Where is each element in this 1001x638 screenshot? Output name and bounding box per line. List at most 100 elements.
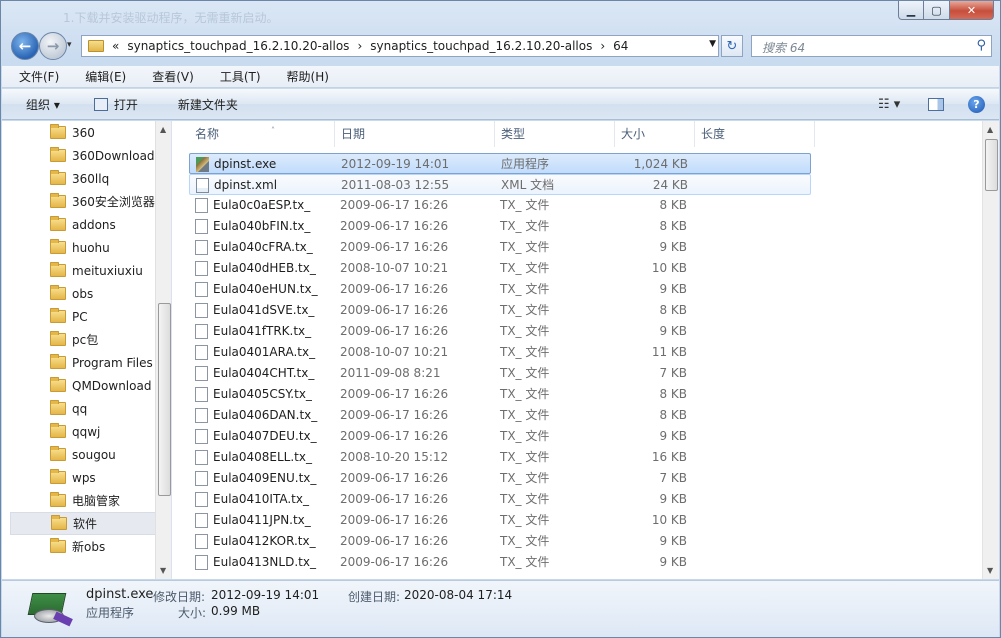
column-header-name[interactable]: 名称 ˄: [189, 121, 335, 147]
file-row[interactable]: Eula0405CSY.tx_ 2009-06-17 16:26 TX_ 文件 8 K…: [189, 384, 811, 405]
file-row[interactable]: Eula040eHUN.tx_ 2009-06-17 16:26 TX_ 文件 9 K…: [189, 279, 811, 300]
column-header-length[interactable]: 长度: [695, 121, 815, 147]
file-row[interactable]: Eula040bFIN.tx_ 2009-06-17 16:26 TX_ 文件 8 K…: [189, 216, 811, 237]
sidebar-folder-item[interactable]: 360llq: [10, 167, 156, 190]
address-bar[interactable]: « synaptics_touchpad_16.2.10.20-allos › …: [81, 35, 719, 57]
file-icon: [195, 471, 208, 486]
sidebar-folder-label: qq: [72, 401, 88, 416]
close-button[interactable]: ✕: [950, 1, 994, 20]
file-size: 8 KB: [659, 198, 687, 212]
minimize-button[interactable]: ▁: [898, 1, 924, 20]
sidebar-folder-item[interactable]: qq: [10, 397, 156, 420]
sidebar-folder-item[interactable]: wps: [10, 466, 156, 489]
file-row[interactable]: dpinst.xml 2011-08-03 12:55 XML 文档 24 KB: [189, 174, 811, 195]
file-type: TX_ 文件: [500, 387, 550, 401]
menu-help[interactable]: 帮助(H): [271, 68, 339, 85]
file-row[interactable]: Eula0408ELL.tx_ 2008-10-20 15:12 TX_ 文件 16 …: [189, 447, 811, 468]
file-list-scrollbar[interactable]: ▲ ▼: [982, 121, 999, 579]
menu-tools[interactable]: 工具(T): [204, 68, 271, 85]
sidebar-folder-item[interactable]: addons: [10, 213, 156, 236]
search-icon[interactable]: ⚲: [976, 38, 986, 53]
file-row[interactable]: dpinst.exe 2012-09-19 14:01 应用程序 1,024 KB: [189, 153, 811, 174]
maximize-button[interactable]: ▢: [924, 1, 950, 20]
sidebar-folder-item[interactable]: 软件: [10, 512, 156, 535]
search-input[interactable]: 搜索 64 ⚲: [751, 35, 992, 57]
file-row[interactable]: Eula0401ARA.tx_ 2008-10-07 10:21 TX_ 文件 11 …: [189, 342, 811, 363]
new-folder-button[interactable]: 新建文件夹: [168, 96, 248, 113]
sidebar-folder-item[interactable]: 360: [10, 121, 156, 144]
file-name: Eula0404CHT.tx_: [213, 366, 315, 380]
folder-icon: [50, 262, 66, 277]
file-name: Eula0406DAN.tx_: [213, 408, 318, 422]
sidebar-folder-item[interactable]: 新obs: [10, 535, 156, 558]
sidebar-folder-item[interactable]: 360安全浏览器: [10, 190, 156, 213]
refresh-button[interactable]: ↻: [721, 35, 743, 57]
breadcrumb-overflow[interactable]: «: [112, 39, 119, 53]
sidebar-folder-item[interactable]: 电脑管家: [10, 489, 156, 512]
file-row[interactable]: Eula0406DAN.tx_ 2009-06-17 16:26 TX_ 文件 8 K…: [189, 405, 811, 426]
breadcrumb-item[interactable]: synaptics_touchpad_16.2.10.20-allos: [370, 39, 592, 53]
breadcrumb-item[interactable]: 64: [613, 39, 628, 53]
sidebar-folder-item[interactable]: sougou: [10, 443, 156, 466]
file-icon: [195, 534, 208, 549]
file-row[interactable]: Eula0412KOR.tx_ 2009-06-17 16:26 TX_ 文件 9 K…: [189, 531, 811, 552]
file-size: 9 KB: [659, 534, 687, 548]
file-row[interactable]: Eula0413NLD.tx_ 2009-06-17 16:26 TX_ 文件 9 K…: [189, 552, 811, 573]
file-type: TX_ 文件: [500, 429, 550, 443]
column-header-type[interactable]: 类型: [495, 121, 615, 147]
back-button[interactable]: ←: [11, 32, 39, 60]
scroll-up-icon[interactable]: ▲: [160, 125, 166, 134]
file-icon: [195, 324, 208, 339]
scroll-up-icon[interactable]: ▲: [987, 125, 993, 134]
detail-file-name: dpinst.exe: [86, 587, 154, 602]
file-row[interactable]: Eula041fTRK.tx_ 2009-06-17 16:26 TX_ 文件 9 K…: [189, 321, 811, 342]
sidebar-folder-item[interactable]: qqwj: [10, 420, 156, 443]
file-row[interactable]: Eula040cFRA.tx_ 2009-06-17 16:26 TX_ 文件 9 K…: [189, 237, 811, 258]
file-size: 7 KB: [659, 366, 687, 380]
file-date: 2008-10-07 10:21: [340, 261, 449, 275]
file-row[interactable]: Eula0407DEU.tx_ 2009-06-17 16:26 TX_ 文件 9 K…: [189, 426, 811, 447]
change-view-button[interactable]: ☷ ▾: [878, 97, 914, 112]
sidebar-folder-item[interactable]: 360Downloads: [10, 144, 156, 167]
file-size: 8 KB: [659, 387, 687, 401]
file-row[interactable]: Eula040dHEB.tx_ 2008-10-07 10:21 TX_ 文件 10 …: [189, 258, 811, 279]
sidebar-folder-item[interactable]: PC: [10, 305, 156, 328]
sidebar-folder-item[interactable]: QMDownload: [10, 374, 156, 397]
menu-edit[interactable]: 编辑(E): [69, 68, 136, 85]
column-headers: 名称 ˄ 日期 类型 大小 长度: [173, 121, 978, 147]
breadcrumb-separator[interactable]: ›: [600, 39, 605, 53]
breadcrumb-item[interactable]: synaptics_touchpad_16.2.10.20-allos: [127, 39, 349, 53]
menu-view[interactable]: 查看(V): [136, 68, 204, 85]
sidebar-folder-item[interactable]: huohu: [10, 236, 156, 259]
sidebar-folder-item[interactable]: pc包: [10, 328, 156, 351]
file-row[interactable]: Eula0409ENU.tx_ 2009-06-17 16:26 TX_ 文件 7 K…: [189, 468, 811, 489]
sidebar-folder-item[interactable]: obs: [10, 282, 156, 305]
column-header-size[interactable]: 大小: [615, 121, 695, 147]
address-dropdown[interactable]: ▼: [709, 39, 716, 49]
forward-button[interactable]: →: [39, 32, 67, 60]
file-date: 2009-06-17 16:26: [340, 387, 449, 401]
recent-pages-dropdown[interactable]: ▾: [67, 40, 72, 50]
sidebar-folder-label: sougou: [72, 447, 116, 462]
sidebar-folder-item[interactable]: Program Files: [10, 351, 156, 374]
scrollbar-thumb[interactable]: [985, 139, 998, 191]
file-row[interactable]: Eula041dSVE.tx_ 2009-06-17 16:26 TX_ 文件 8 K…: [189, 300, 811, 321]
command-bar: 组织 ▾ 打开 新建文件夹 ☷ ▾ ?: [2, 89, 999, 120]
file-size: 16 KB: [651, 450, 687, 464]
help-icon[interactable]: ?: [968, 96, 985, 113]
scroll-down-icon[interactable]: ▼: [160, 566, 166, 575]
open-button[interactable]: 打开: [84, 96, 148, 113]
file-row[interactable]: Eula0411JPN.tx_ 2009-06-17 16:26 TX_ 文件 10 …: [189, 510, 811, 531]
breadcrumb-separator[interactable]: ›: [357, 39, 362, 53]
file-row[interactable]: Eula0410ITA.tx_ 2009-06-17 16:26 TX_ 文件 9 K…: [189, 489, 811, 510]
file-row[interactable]: Eula0404CHT.tx_ 2011-09-08 8:21 TX_ 文件 7 KB: [189, 363, 811, 384]
preview-pane-icon[interactable]: [928, 98, 944, 111]
file-row[interactable]: Eula0c0aESP.tx_ 2009-06-17 16:26 TX_ 文件 8 K…: [189, 195, 811, 216]
menu-file[interactable]: 文件(F): [2, 68, 69, 85]
scrollbar-thumb[interactable]: [158, 303, 171, 496]
navigation-scrollbar[interactable]: ▲ ▼: [155, 121, 171, 579]
sidebar-folder-item[interactable]: meituxiuxiu: [10, 259, 156, 282]
scroll-down-icon[interactable]: ▼: [987, 566, 993, 575]
column-header-date[interactable]: 日期: [335, 121, 495, 147]
organize-button[interactable]: 组织 ▾: [2, 96, 70, 113]
